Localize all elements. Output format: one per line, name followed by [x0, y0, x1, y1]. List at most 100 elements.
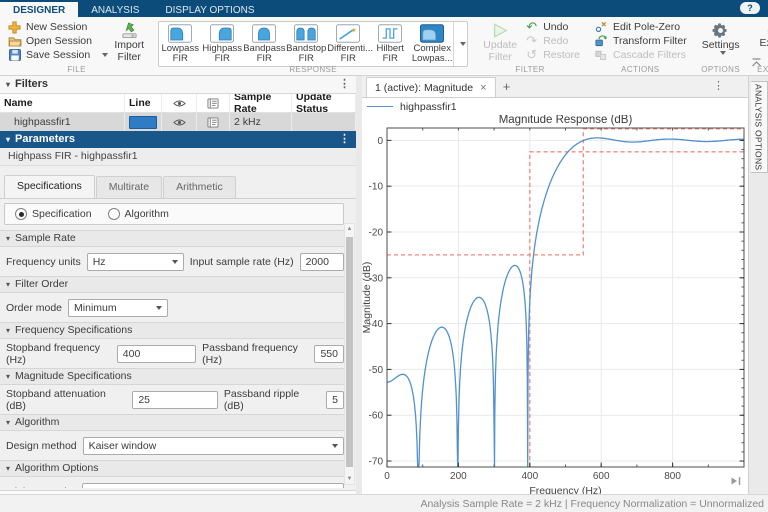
cascade-filters-icon	[594, 49, 609, 61]
chevron-down-icon[interactable]	[102, 53, 109, 57]
export-button[interactable]: Export	[753, 20, 768, 53]
design-panel: ▾ Filters ⋮ Name Line Sample Rate Update St…	[0, 76, 357, 509]
undo-button[interactable]: ↶ Undo	[522, 20, 582, 34]
undo-label: Undo	[543, 21, 569, 33]
scroll-up-icon[interactable]: ▲	[345, 226, 354, 232]
save-session-label: Save Session	[26, 49, 91, 61]
line-color-swatch[interactable]	[129, 115, 157, 129]
section-header-algorithm-options[interactable]: ▾ Algorithm Options	[0, 460, 344, 477]
open-session-button[interactable]: Open Session	[5, 34, 110, 48]
collapse-statusbar-icon[interactable]	[730, 472, 741, 490]
bandpass-fir-button[interactable]: Bandpass FIR	[243, 22, 285, 66]
kebab-menu-icon[interactable]: ⋮	[339, 76, 350, 93]
lowpass-fir-button[interactable]: Lowpass FIR	[159, 22, 201, 66]
minimum-order-select[interactable]: Even	[82, 482, 344, 488]
close-icon[interactable]: ×	[480, 82, 486, 94]
chevron-down-icon	[332, 443, 338, 448]
filter-row[interactable]: highpassfir1 2 kHz	[0, 113, 356, 131]
section-header-sample-rate[interactable]: ▾ Sample Rate	[0, 230, 344, 247]
toolstrip-tab-bar: DESIGNER ANALYSIS DISPLAY OPTIONS?	[0, 0, 768, 19]
section-title: Algorithm	[15, 416, 60, 428]
stopband-frequency-hz-input[interactable]: 400	[116, 344, 197, 363]
parameters-tabs: Specifications Multirate Arithmetic	[0, 166, 356, 198]
update-filter-label2: Filter	[488, 51, 512, 64]
radio-specification[interactable]: Specification	[15, 208, 92, 220]
passband-ripple-db-input[interactable]: 5	[326, 390, 344, 409]
restore-label: Restore	[543, 49, 580, 61]
kebab-menu-icon[interactable]: ⋮	[339, 131, 350, 148]
params-scrollbar[interactable]: ▲ ▼	[344, 223, 355, 485]
tab-arithmetic[interactable]: Arithmetic	[163, 176, 236, 198]
restore-button[interactable]: ↺ Restore	[522, 48, 582, 62]
magnitude-response-chart[interactable]: 0 200 400 600 8000-10-20-30-40-50-60-70Magni…	[361, 114, 748, 497]
collapse-triangle-icon: ▾	[6, 418, 11, 427]
stopband-attenuation-db-input[interactable]: 25	[132, 390, 218, 409]
new-session-label: New Session	[26, 21, 88, 33]
open-session-icon	[7, 35, 22, 47]
svg-text:-70: -70	[369, 457, 384, 468]
section-header-algorithm[interactable]: ▾ Algorithm	[0, 414, 344, 431]
collapse-ribbon-icon[interactable]	[751, 53, 762, 71]
section-header-magnitude-specifications[interactable]: ▾ Magnitude Specifications	[0, 368, 344, 385]
annotation-icon	[207, 116, 219, 128]
hilbert-fir-button[interactable]: Hilbert FIR	[369, 22, 411, 66]
tab-multirate[interactable]: Multirate	[95, 176, 163, 198]
gallery-item-label: Bandstop FIR	[286, 43, 327, 65]
eye-icon	[172, 116, 186, 128]
collapse-triangle-icon: ▾	[6, 80, 11, 89]
parameters-title: Parameters	[15, 133, 75, 145]
section-header-frequency-specifications[interactable]: ▾ Frequency Specifications	[0, 322, 344, 339]
highpass-fir-button[interactable]: Highpass FIR	[201, 22, 243, 66]
column-header-update-status: Update Status	[292, 94, 356, 112]
import-filter-button[interactable]: Import Filter	[110, 20, 148, 63]
design-method-select[interactable]: Kaiser window	[82, 436, 344, 455]
update-filter-button[interactable]: Update Filter	[478, 20, 522, 63]
section-header-filter-order[interactable]: ▾ Filter Order	[0, 276, 344, 293]
annotation-cell[interactable]	[197, 113, 230, 131]
section-title: Algorithm Options	[15, 462, 99, 474]
field-value: Kaiser window	[88, 439, 157, 452]
passband-frequency-hz-input[interactable]: 550	[314, 344, 344, 363]
response-gallery-more-button[interactable]	[453, 22, 467, 66]
scrollbar-thumb[interactable]	[346, 237, 353, 467]
tab-specifications[interactable]: Specifications	[4, 175, 95, 198]
visibility-cell[interactable]	[162, 113, 197, 131]
frequency-units-select[interactable]: Hz	[86, 252, 184, 271]
scroll-down-icon[interactable]: ▼	[345, 476, 354, 482]
frequency-units-label: Frequency units	[6, 255, 81, 268]
edit-pole-zero-button[interactable]: Edit Pole-Zero	[592, 20, 689, 34]
redo-button[interactable]: ↷ Redo	[522, 34, 582, 48]
import-filter-label: Import	[114, 39, 145, 51]
line-color-cell[interactable]	[125, 113, 162, 131]
settings-label: Settings	[701, 39, 740, 51]
update-status-cell	[292, 113, 356, 131]
cascade-filters-button[interactable]: Cascade Filters	[592, 48, 689, 62]
tab-label: 1 (active): Magnitude	[375, 81, 474, 94]
new-analysis-tab-button[interactable]: +	[496, 76, 518, 97]
collapse-triangle-icon: ▾	[6, 280, 11, 289]
filters-section-header[interactable]: ▾ Filters ⋮	[0, 76, 356, 94]
svg-text:800: 800	[664, 471, 681, 482]
radio-algorithm[interactable]: Algorithm	[107, 208, 169, 220]
settings-button[interactable]: Settings	[699, 20, 743, 56]
input-sample-rate-hz-input[interactable]: 2000	[299, 252, 344, 271]
gallery-item-label: Bandpass FIR	[243, 43, 286, 65]
magnitude-response-tab[interactable]: 1 (active): Magnitude ×	[366, 77, 496, 97]
parameters-section-header[interactable]: ▾ Parameters ⋮	[0, 131, 356, 148]
transform-filter-button[interactable]: Transform Filter	[592, 34, 689, 48]
save-session-button[interactable]: Save Session	[5, 48, 110, 62]
transform-filter-icon	[594, 35, 609, 47]
bandstop-fir-button[interactable]: Bandstop FIR	[285, 22, 327, 66]
gallery-item-label: Complex Lowpas...	[411, 43, 453, 65]
order-mode-select[interactable]: Minimum	[68, 298, 169, 317]
field-value: 5	[332, 393, 338, 406]
column-header-name: Name	[0, 94, 125, 112]
gear-icon	[712, 22, 729, 39]
complex-lowpas-button[interactable]: Complex Lowpas...	[411, 22, 453, 66]
minimum-order-label: Minimum order	[6, 486, 76, 489]
new-session-button[interactable]: New Session	[5, 20, 110, 34]
differenti-fir-button[interactable]: Differenti... FIR	[327, 22, 373, 66]
kebab-menu-icon[interactable]: ⋮	[713, 76, 724, 97]
analysis-options-tab[interactable]: ANALYSIS OPTIONS	[750, 81, 768, 173]
help-button[interactable]: ?	[740, 2, 760, 14]
